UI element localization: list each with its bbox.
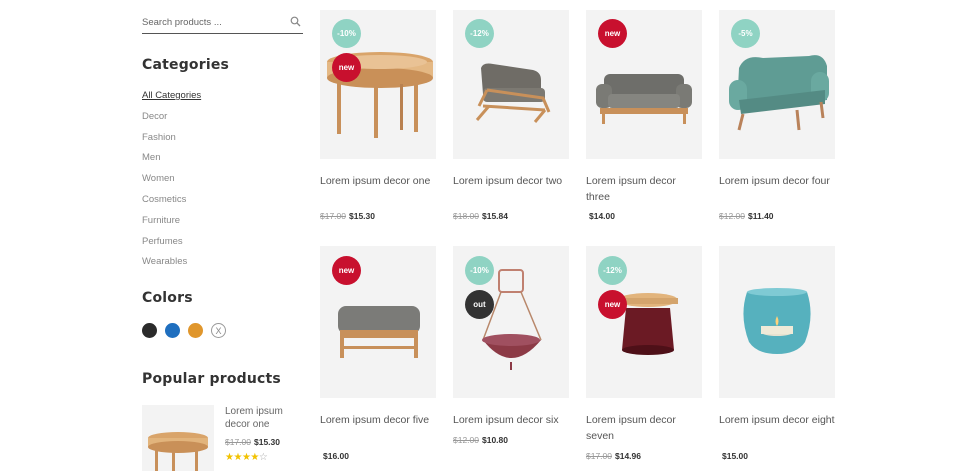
sidebar: Categories All Categories Decor Fashion … — [142, 0, 303, 471]
discount-badge: -12% — [598, 256, 627, 285]
popular-product-price: $17.00 $15.30 — [225, 437, 280, 447]
clear-color-icon: X — [215, 326, 222, 336]
current-price: $15.00 — [722, 451, 748, 461]
out-of-stock-badge: out — [465, 290, 494, 319]
discount-badge: -5% — [731, 19, 760, 48]
product-name[interactable]: Lorem ipsum decor six — [453, 412, 569, 428]
search-input[interactable] — [142, 14, 282, 30]
new-badge: new — [598, 290, 627, 319]
popular-product-new-price: $15.30 — [254, 437, 280, 447]
product-name[interactable]: Lorem ipsum decor five — [320, 412, 436, 428]
search-icon[interactable] — [290, 16, 301, 27]
product-image[interactable]: new — [586, 10, 702, 159]
old-price: $12.00 — [719, 211, 745, 221]
product-name[interactable]: Lorem ipsum decor eight — [719, 412, 835, 428]
new-badge: new — [598, 19, 627, 48]
product-image[interactable] — [719, 246, 835, 398]
current-price: $10.80 — [482, 435, 508, 445]
categories-heading: Categories — [142, 57, 230, 73]
product-image[interactable]: -12% new — [586, 246, 702, 398]
product-price: $12.00 $10.80 — [453, 435, 508, 445]
current-price: $15.84 — [482, 211, 508, 221]
popular-product-rating: ★★★★☆ — [225, 452, 268, 463]
old-price: $17.00 — [586, 451, 612, 461]
current-price: $14.00 — [589, 211, 615, 221]
product-name[interactable]: Lorem ipsum decor four — [719, 173, 835, 189]
category-decor[interactable]: Decor — [142, 111, 201, 132]
star-outline-icon: ☆ — [258, 452, 268, 463]
category-all[interactable]: All Categories — [142, 90, 201, 111]
new-badge: new — [332, 53, 361, 82]
category-list: All Categories Decor Fashion Men Women C… — [142, 90, 201, 277]
product-image[interactable]: -10% new — [320, 10, 436, 159]
product-price: $16.00 — [320, 451, 349, 461]
discount-badge: -12% — [465, 19, 494, 48]
current-price: $14.96 — [615, 451, 641, 461]
old-price: $12.00 — [453, 435, 479, 445]
star-icon: ★ — [233, 452, 242, 463]
category-cosmetics[interactable]: Cosmetics — [142, 194, 201, 215]
color-swatch-black[interactable] — [142, 323, 157, 338]
product-price: $15.00 — [719, 451, 748, 461]
product-name[interactable]: Lorem ipsum decor one — [320, 173, 436, 189]
product-price: $14.00 — [586, 211, 615, 221]
product-name[interactable]: Lorem ipsum decor two — [453, 173, 569, 189]
product-price: $12.00 $11.40 — [719, 211, 774, 221]
popular-product-old-price: $17.00 — [225, 437, 251, 447]
star-icon: ★ — [250, 452, 259, 463]
clear-color-button[interactable]: X — [211, 323, 226, 338]
search-bar — [142, 8, 303, 34]
colors-heading: Colors — [142, 290, 193, 306]
category-wearables[interactable]: Wearables — [142, 256, 201, 277]
color-swatch-orange[interactable] — [188, 323, 203, 338]
product-image[interactable]: -12% — [453, 10, 569, 159]
category-fashion[interactable]: Fashion — [142, 132, 201, 153]
product-name[interactable]: Lorem ipsum decor three — [586, 173, 702, 205]
new-badge: new — [332, 256, 361, 285]
current-price: $15.30 — [349, 211, 375, 221]
popular-product-name[interactable]: Lorem ipsum decor one — [225, 405, 303, 431]
category-women[interactable]: Women — [142, 173, 201, 194]
old-price: $17.00 — [320, 211, 346, 221]
product-price: $18.00 $15.84 — [453, 211, 508, 221]
category-furniture[interactable]: Furniture — [142, 215, 201, 236]
product-price: $17.00 $14.96 — [586, 451, 641, 461]
product-image[interactable]: -5% — [719, 10, 835, 159]
product-image[interactable]: -10% out — [453, 246, 569, 398]
popular-products-heading: Popular products — [142, 371, 281, 387]
current-price: $16.00 — [323, 451, 349, 461]
discount-badge: -10% — [332, 19, 361, 48]
current-price: $11.40 — [748, 211, 774, 221]
old-price: $18.00 — [453, 211, 479, 221]
popular-product-image[interactable] — [142, 405, 214, 471]
discount-badge: -10% — [465, 256, 494, 285]
category-perfumes[interactable]: Perfumes — [142, 236, 201, 257]
product-image[interactable]: new — [320, 246, 436, 398]
color-swatch-blue[interactable] — [165, 323, 180, 338]
category-men[interactable]: Men — [142, 152, 201, 173]
product-name[interactable]: Lorem ipsum decor seven — [586, 412, 702, 444]
product-price: $17.00 $15.30 — [320, 211, 375, 221]
popular-product-item[interactable]: Lorem ipsum decor one $17.00 $15.30 ★★★★☆ — [142, 405, 303, 471]
